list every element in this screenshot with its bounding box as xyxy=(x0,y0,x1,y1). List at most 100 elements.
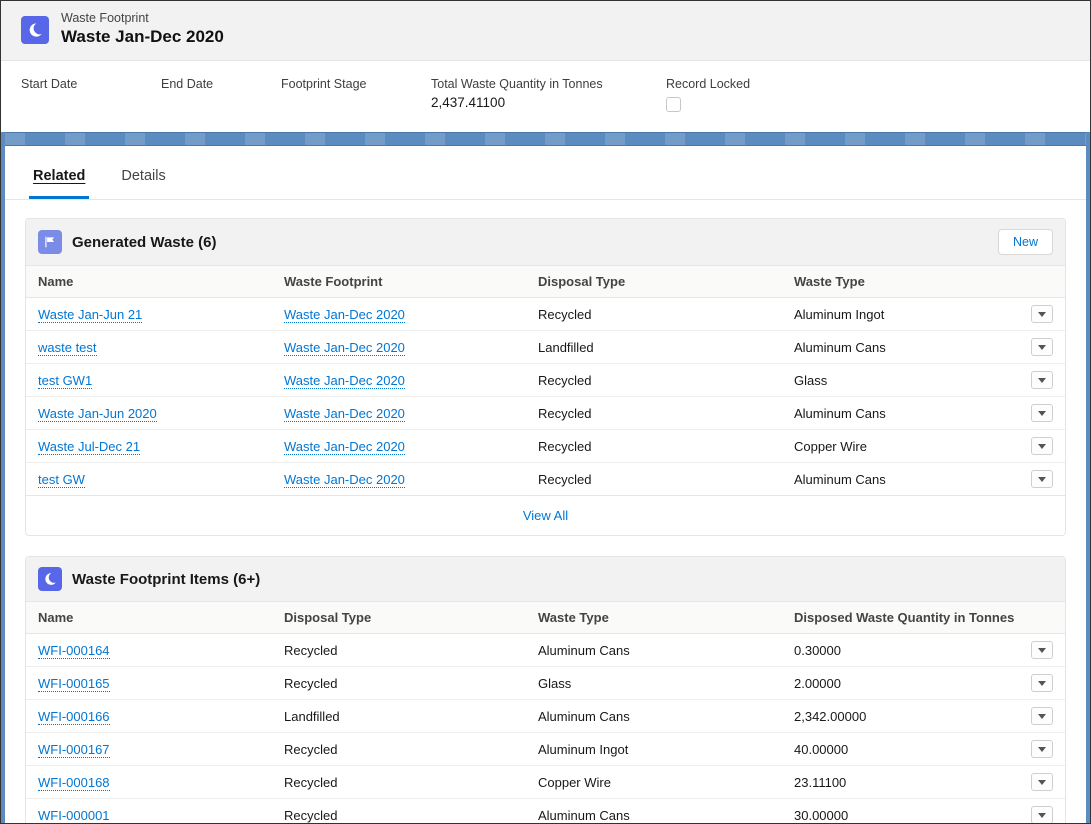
record-link[interactable]: WFI-000166 xyxy=(38,709,110,725)
field-label: Record Locked xyxy=(666,77,750,91)
table-row: Waste Jan-Jun 21Waste Jan-Dec 2020Recycl… xyxy=(26,298,1065,331)
record-link[interactable]: Waste Jul-Dec 21 xyxy=(38,439,140,455)
field-end-date: End Date xyxy=(161,77,281,112)
field-label: Footprint Stage xyxy=(281,77,391,91)
record-link[interactable]: Waste Jan-Dec 2020 xyxy=(284,340,405,356)
cell-disposal-type: Recycled xyxy=(538,472,794,487)
table-row: WFI-000166LandfilledAluminum Cans2,342.0… xyxy=(26,700,1065,733)
col-waste-type: Waste Type xyxy=(794,274,1053,289)
cell-waste-type: Glass xyxy=(794,373,1031,388)
card-header: Generated Waste (6) New xyxy=(26,219,1065,266)
cell-waste-type: Copper Wire xyxy=(794,439,1031,454)
cell-disposed-qty: 23.11100 xyxy=(794,775,1031,790)
table-row: waste testWaste Jan-Dec 2020LandfilledAl… xyxy=(26,331,1065,364)
row-action-menu[interactable] xyxy=(1031,641,1053,659)
record-locked-checkbox[interactable] xyxy=(666,97,681,112)
related-list-title[interactable]: Waste Footprint Items (6+) xyxy=(72,571,1053,588)
col-disposal-type: Disposal Type xyxy=(284,610,538,625)
field-footprint-stage: Footprint Stage xyxy=(281,77,431,112)
highlights-panel: Start Date End Date Footprint Stage Tota… xyxy=(1,61,1090,132)
cell-disposed-qty: 2.00000 xyxy=(794,676,1031,691)
table-row: WFI-000165RecycledGlass2.00000 xyxy=(26,667,1065,700)
cell-name: WFI-000164 xyxy=(38,643,284,658)
field-total-waste-quantity: Total Waste Quantity in Tonnes 2,437.411… xyxy=(431,77,666,112)
record-link[interactable]: WFI-000167 xyxy=(38,742,110,758)
row-action-menu[interactable] xyxy=(1031,707,1053,725)
cell-name: Waste Jan-Jun 21 xyxy=(38,307,284,322)
record-link[interactable]: Waste Jan-Dec 2020 xyxy=(284,439,405,455)
card-header: Waste Footprint Items (6+) xyxy=(26,557,1065,602)
col-waste-type: Waste Type xyxy=(538,610,794,625)
record-link[interactable]: test GW1 xyxy=(38,373,92,389)
related-list-title[interactable]: Generated Waste (6) xyxy=(72,234,988,251)
row-action-menu[interactable] xyxy=(1031,404,1053,422)
row-action-menu[interactable] xyxy=(1031,305,1053,323)
field-value: 2,437.41100 xyxy=(431,95,626,110)
cell-disposal-type: Recycled xyxy=(284,742,538,757)
row-action-menu[interactable] xyxy=(1031,740,1053,758)
cell-name: test GW xyxy=(38,472,284,487)
row-action-menu[interactable] xyxy=(1031,437,1053,455)
cell-name: WFI-000166 xyxy=(38,709,284,724)
cell-waste-type: Aluminum Cans xyxy=(538,808,794,823)
cell-name: WFI-000168 xyxy=(38,775,284,790)
cell-name: WFI-000001 xyxy=(38,808,284,823)
tab-related[interactable]: Related xyxy=(29,154,89,199)
record-link[interactable]: test GW xyxy=(38,472,85,488)
cell-disposal-type: Recycled xyxy=(284,775,538,790)
cell-name: WFI-000167 xyxy=(38,742,284,757)
row-action-menu[interactable] xyxy=(1031,806,1053,824)
table-body: WFI-000164RecycledAluminum Cans0.30000WF… xyxy=(26,634,1065,824)
row-action-menu[interactable] xyxy=(1031,371,1053,389)
field-label: Total Waste Quantity in Tonnes xyxy=(431,77,626,91)
cell-disposal-type: Recycled xyxy=(284,676,538,691)
view-all-link[interactable]: View All xyxy=(523,508,568,523)
record-link[interactable]: Waste Jan-Dec 2020 xyxy=(284,307,405,323)
record-link[interactable]: Waste Jan-Dec 2020 xyxy=(284,373,405,389)
cell-name: WFI-000165 xyxy=(38,676,284,691)
row-action-menu[interactable] xyxy=(1031,773,1053,791)
cell-disposed-qty: 40.00000 xyxy=(794,742,1031,757)
record-link[interactable]: WFI-000164 xyxy=(38,643,110,659)
table-row: WFI-000164RecycledAluminum Cans0.30000 xyxy=(26,634,1065,667)
record-link[interactable]: WFI-000165 xyxy=(38,676,110,692)
cell-waste-footprint: Waste Jan-Dec 2020 xyxy=(284,439,538,454)
cell-disposal-type: Recycled xyxy=(284,643,538,658)
record-title: Waste Jan-Dec 2020 xyxy=(61,26,224,48)
col-disposal-type: Disposal Type xyxy=(538,274,794,289)
record-link[interactable]: Waste Jan-Jun 21 xyxy=(38,307,142,323)
cell-name: waste test xyxy=(38,340,284,355)
row-action-menu[interactable] xyxy=(1031,674,1053,692)
cell-waste-footprint: Waste Jan-Dec 2020 xyxy=(284,406,538,421)
table-row: Waste Jul-Dec 21Waste Jan-Dec 2020Recycl… xyxy=(26,430,1065,463)
table-header: Name Disposal Type Waste Type Disposed W… xyxy=(26,602,1065,634)
table-row: WFI-000168 RecycledCopper Wire23.11100 xyxy=(26,766,1065,799)
record-page: { "header": { "objectType": "Waste Footp… xyxy=(0,0,1091,824)
col-name: Name xyxy=(38,610,284,625)
generated-waste-icon xyxy=(38,230,62,254)
record-link[interactable]: WFI-000168 xyxy=(38,775,110,791)
related-list-waste-footprint-items: Waste Footprint Items (6+) Name Disposal… xyxy=(25,556,1066,824)
row-action-menu[interactable] xyxy=(1031,338,1053,356)
table-row: WFI-000001RecycledAluminum Cans30.00000 xyxy=(26,799,1065,824)
cell-waste-type: Aluminum Cans xyxy=(794,472,1031,487)
record-link[interactable]: WFI-000001 xyxy=(38,808,110,824)
row-action-menu[interactable] xyxy=(1031,470,1053,488)
new-button[interactable]: New xyxy=(998,229,1053,255)
table-row: test GW1Waste Jan-Dec 2020RecycledGlass xyxy=(26,364,1065,397)
record-link[interactable]: waste test xyxy=(38,340,97,356)
waste-footprint-item-icon xyxy=(38,567,62,591)
cell-waste-type: Aluminum Cans xyxy=(538,709,794,724)
cell-waste-type: Copper Wire xyxy=(538,775,794,790)
tab-details[interactable]: Details xyxy=(117,154,169,199)
col-disposed-qty: Disposed Waste Quantity in Tonnes xyxy=(794,610,1053,625)
table-row: test GW Waste Jan-Dec 2020 RecycledAluminu… xyxy=(26,463,1065,496)
record-link[interactable]: Waste Jan-Jun 2020 xyxy=(38,406,157,422)
field-label: Start Date xyxy=(21,77,121,91)
waste-footprint-icon xyxy=(21,16,49,44)
decorative-strip xyxy=(5,132,1086,146)
table-header: Name Waste Footprint Disposal Type Waste… xyxy=(26,266,1065,298)
col-name: Name xyxy=(38,274,284,289)
record-link[interactable]: Waste Jan-Dec 2020 xyxy=(284,406,405,422)
record-link[interactable]: Waste Jan-Dec 2020 xyxy=(284,472,405,488)
